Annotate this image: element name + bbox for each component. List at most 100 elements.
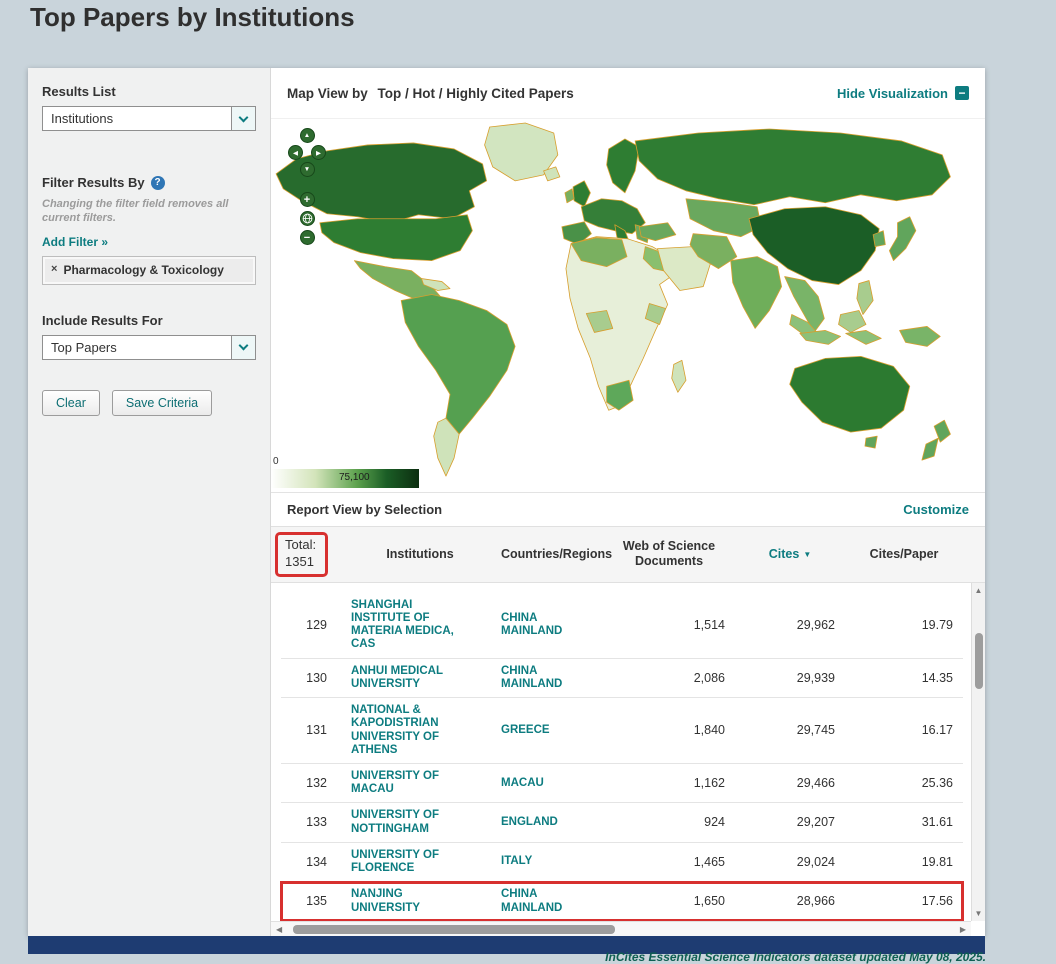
cites-cell: 29,745 — [735, 697, 845, 764]
hide-visualization-link[interactable]: Hide Visualization − — [837, 86, 969, 101]
page-title: Top Papers by Institutions — [30, 2, 355, 32]
report-table-body: 129 SHANGHAI INSTITUTE OF MATERIA MEDICA… — [280, 592, 964, 921]
include-results-dropdown[interactable]: Top Papers — [42, 334, 256, 360]
table-row[interactable]: 133 UNIVERSITY OF NOTTINGHAM ENGLAND 924… — [281, 802, 963, 843]
pan-down-button[interactable]: ▼ — [299, 162, 315, 177]
vertical-scrollbar[interactable]: ▲ ▼ — [971, 582, 985, 921]
clear-button[interactable]: Clear — [42, 389, 100, 416]
results-list-dropdown[interactable]: Institutions — [42, 106, 256, 131]
app-panel: Results List Institutions Filter Results… — [28, 68, 985, 936]
table-header-row: Total: 1351 Institutions Countries/Regio… — [271, 526, 985, 583]
map-area: ▲ ◀ ▶ ▼ + − 0 75,100 — [271, 118, 985, 492]
scroll-up-icon[interactable]: ▲ — [972, 586, 985, 595]
institution-link[interactable]: ANHUI MEDICAL UNIVERSITY — [351, 665, 489, 691]
filter-chip[interactable]: × Pharmacology & Toxicology — [42, 255, 256, 285]
cites-cell: 29,024 — [735, 842, 845, 883]
report-table: 129 SHANGHAI INSTITUTE OF MATERIA MEDICA… — [280, 592, 964, 921]
results-list-value: Institutions — [51, 111, 114, 126]
table-row[interactable]: 135 NANJING UNIVERSITY CHINA MAINLAND 1,… — [280, 880, 964, 921]
filter-by-label: Filter Results By — [42, 175, 145, 190]
map-view-modes: Top / Hot / Highly Cited Papers — [377, 85, 574, 101]
pan-left-button[interactable]: ◀ — [288, 145, 303, 160]
zoom-in-button[interactable]: + — [299, 192, 315, 207]
total-label: Total: — [285, 537, 317, 552]
cites-per-paper-cell: 31.61 — [845, 802, 963, 843]
rank-cell: 133 — [281, 802, 345, 843]
map-controls: ▲ ◀ ▶ ▼ + − — [287, 127, 327, 246]
include-results-dropdown-button[interactable] — [231, 335, 255, 359]
column-header-cites-per-paper[interactable]: Cites/Paper — [845, 547, 963, 562]
legend-max-label: 75,100 — [339, 472, 370, 483]
map-view-label: Map View by — [287, 85, 368, 101]
chevron-down-icon — [238, 112, 249, 122]
cites-per-paper-cell: 19.81 — [845, 842, 963, 883]
pan-up-button[interactable]: ▲ — [299, 128, 315, 143]
results-list-label: Results List — [42, 84, 116, 99]
scroll-down-icon[interactable]: ▼ — [972, 909, 985, 918]
documents-cell: 1,514 — [603, 592, 735, 659]
column-header-documents[interactable]: Web of Science Documents — [603, 539, 735, 569]
report-view-header: Report View by Selection Customize — [271, 492, 985, 526]
map-view-header: Map View by Top / Hot / Highly Cited Pap… — [271, 68, 985, 118]
cites-cell: 29,207 — [735, 802, 845, 843]
scroll-left-icon[interactable]: ◀ — [276, 925, 282, 934]
table-row[interactable]: 129 SHANGHAI INSTITUTE OF MATERIA MEDICA… — [281, 592, 963, 659]
results-list-dropdown-button[interactable] — [231, 107, 255, 130]
column-header-institutions[interactable]: Institutions — [345, 547, 495, 562]
include-results-value: Top Papers — [51, 339, 117, 355]
institution-link[interactable]: NATIONAL & KAPODISTRIAN UNIVERSITY OF AT… — [351, 704, 489, 757]
add-filter-link[interactable]: Add Filter » — [42, 235, 108, 249]
vertical-scroll-thumb[interactable] — [975, 632, 983, 689]
sort-descending-icon: ▼ — [803, 549, 812, 559]
scroll-right-icon[interactable]: ▶ — [960, 925, 966, 934]
rank-cell: 135 — [281, 881, 345, 921]
rank-cell: 134 — [281, 842, 345, 883]
sidebar: Results List Institutions Filter Results… — [28, 68, 271, 936]
column-header-cites[interactable]: Cites ▼ — [735, 547, 845, 561]
institution-link[interactable]: UNIVERSITY OF NOTTINGHAM — [351, 809, 489, 835]
rank-cell: 132 — [281, 763, 345, 804]
documents-cell: 1,162 — [603, 763, 735, 804]
institution-link[interactable]: SHANGHAI INSTITUTE OF MATERIA MEDICA, CA… — [351, 599, 489, 652]
help-icon[interactable]: ? — [150, 175, 165, 190]
globe-icon — [302, 213, 312, 224]
save-criteria-button[interactable]: Save Criteria — [111, 389, 213, 416]
country-cell: ITALY — [495, 842, 603, 883]
map-legend: 0 75,100 — [271, 456, 419, 488]
table-row[interactable]: 132 UNIVERSITY OF MACAU MACAU 1,162 29,4… — [281, 763, 963, 804]
table-row[interactable]: 131 NATIONAL & KAPODISTRIAN UNIVERSITY O… — [281, 697, 963, 764]
world-map-choropleth[interactable] — [271, 119, 985, 492]
institution-link[interactable]: NANJING UNIVERSITY — [351, 888, 489, 914]
customize-link[interactable]: Customize — [903, 502, 969, 517]
legend-gradient-bar: 75,100 — [271, 469, 419, 488]
documents-cell: 1,650 — [603, 881, 735, 921]
column-header-countries[interactable]: Countries/Regions — [495, 547, 612, 562]
hide-visualization-label: Hide Visualization — [836, 85, 948, 101]
rank-cell: 129 — [281, 592, 345, 659]
table-row[interactable]: 134 UNIVERSITY OF FLORENCE ITALY 1,465 2… — [281, 842, 963, 883]
pan-right-button[interactable]: ▶ — [311, 145, 326, 160]
filter-note: Changing the filter field removes all cu… — [42, 198, 229, 225]
table-row[interactable]: 130 ANHUI MEDICAL UNIVERSITY CHINA MAINL… — [281, 658, 963, 699]
horizontal-scroll-thumb[interactable] — [293, 925, 615, 934]
chevron-down-icon — [238, 340, 249, 351]
collapse-minus-icon[interactable]: − — [955, 86, 969, 100]
rank-cell: 131 — [281, 697, 345, 764]
institution-link[interactable]: UNIVERSITY OF FLORENCE — [351, 849, 489, 875]
horizontal-scrollbar[interactable]: ◀ ▶ — [271, 921, 971, 936]
cites-per-paper-cell: 25.36 — [845, 763, 963, 804]
remove-filter-icon[interactable]: × — [51, 263, 57, 278]
report-table-container: 129 SHANGHAI INSTITUTE OF MATERIA MEDICA… — [271, 582, 985, 921]
country-cell: CHINA MAINLAND — [495, 658, 603, 699]
country-cell: MACAU — [495, 763, 603, 804]
country-cell: CHINA MAINLAND — [495, 592, 603, 659]
zoom-out-button[interactable]: − — [299, 230, 315, 245]
documents-cell: 1,840 — [603, 697, 735, 764]
cites-per-paper-cell: 14.35 — [845, 658, 963, 699]
include-results-label: Include Results For — [42, 312, 163, 328]
filter-chip-label: Pharmacology & Toxicology — [63, 262, 224, 277]
cites-per-paper-cell: 17.56 — [845, 881, 963, 921]
cites-per-paper-cell: 16.17 — [845, 697, 963, 764]
institution-link[interactable]: UNIVERSITY OF MACAU — [351, 770, 489, 796]
globe-reset-button[interactable] — [299, 211, 315, 226]
